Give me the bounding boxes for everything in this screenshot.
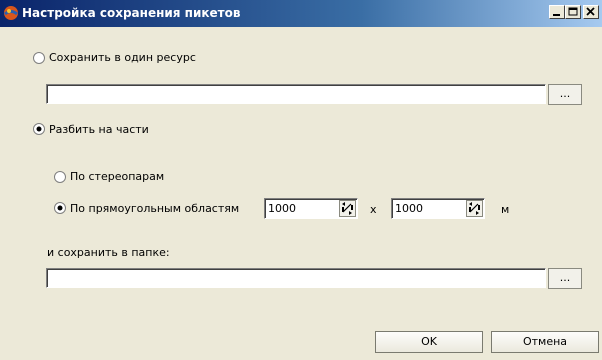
by-rectangles-label: По прямоугольным областям — [70, 202, 240, 215]
close-icon — [586, 7, 595, 16]
rect-height-spinner[interactable] — [466, 200, 483, 217]
title-bar[interactable]: Настройка сохранения пикетов — [0, 0, 602, 27]
minimize-icon — [553, 14, 560, 16]
radio-by-stereopairs[interactable] — [54, 171, 66, 183]
radio-single-resource[interactable] — [33, 52, 45, 64]
radio-split[interactable] — [33, 123, 45, 135]
save-pickets-dialog: Настройка сохранения пикетов Сохранить в… — [0, 0, 602, 360]
split-label: Разбить на части — [49, 123, 149, 136]
rect-width-value: 1000 — [268, 202, 296, 215]
times-symbol: x — [370, 203, 377, 216]
unit-label: м — [501, 203, 510, 216]
rect-width-spinner[interactable] — [339, 200, 356, 217]
app-icon — [4, 6, 18, 20]
folder-path-input[interactable] — [46, 268, 546, 288]
cancel-button[interactable]: Отмена — [491, 331, 599, 353]
maximize-button[interactable] — [565, 5, 581, 19]
rect-width-input[interactable]: 1000 — [264, 198, 358, 219]
single-resource-label: Сохранить в один ресурс — [49, 51, 196, 64]
spinner-arrows-icon — [469, 202, 480, 215]
window-title: Настройка сохранения пикетов — [22, 6, 241, 20]
spinner-arrows-icon — [342, 202, 353, 215]
close-button[interactable] — [583, 5, 599, 19]
minimize-button[interactable] — [549, 5, 565, 19]
maximize-icon — [568, 7, 578, 16]
folder-label: и сохранить в папке: — [47, 246, 170, 259]
folder-browse-button[interactable]: ... — [548, 268, 582, 289]
rect-height-input[interactable]: 1000 — [391, 198, 485, 219]
ok-button[interactable]: OK — [375, 331, 483, 353]
rect-height-value: 1000 — [395, 202, 423, 215]
single-resource-browse-button[interactable]: ... — [548, 84, 582, 105]
single-resource-path-input[interactable] — [46, 84, 546, 104]
by-stereopairs-label: По стереопарам — [70, 170, 165, 183]
radio-by-rectangles[interactable] — [54, 202, 66, 214]
